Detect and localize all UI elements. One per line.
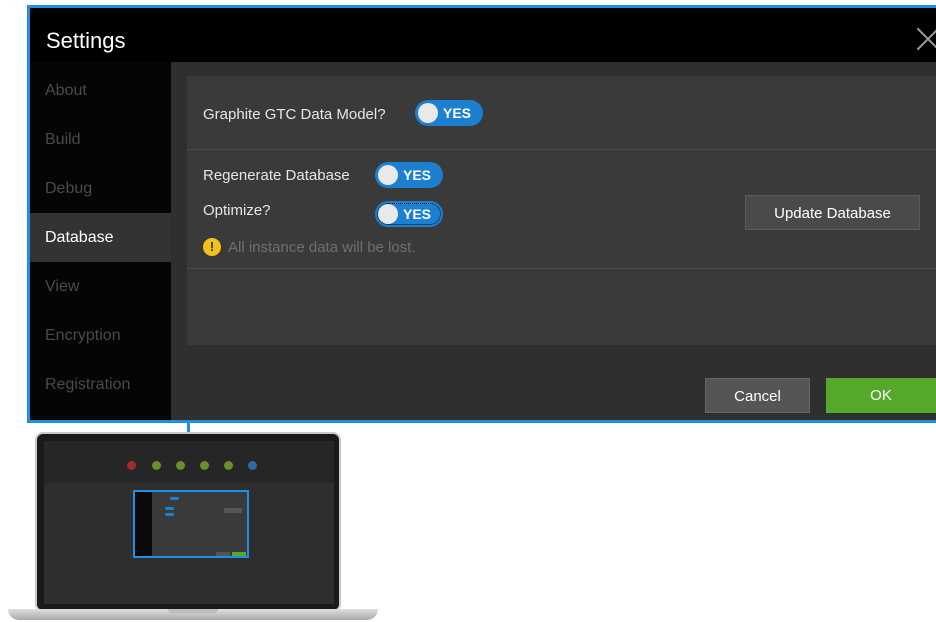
- laptop-mini-toggle: [170, 497, 179, 500]
- regenerate-database-toggle[interactable]: YES: [375, 162, 443, 188]
- update-database-button[interactable]: Update Database: [745, 195, 920, 230]
- sidebar-item-database[interactable]: Database: [30, 213, 171, 262]
- data-model-label: Graphite GTC Data Model?: [203, 106, 386, 123]
- status-dot: [127, 461, 136, 470]
- laptop-mini-toggle: [165, 513, 174, 516]
- cancel-button[interactable]: Cancel: [705, 378, 810, 413]
- panel-divider: [187, 268, 936, 269]
- laptop-mini-button: [224, 508, 242, 513]
- laptop-mini-sidebar: [135, 492, 152, 556]
- toggle-knob: [378, 165, 398, 185]
- regenerate-database-label: Regenerate Database: [203, 167, 350, 184]
- laptop-mini-toggle: [165, 507, 174, 510]
- warning-text: All instance data will be lost.: [228, 239, 416, 256]
- laptop-notch: [168, 609, 218, 613]
- data-model-toggle[interactable]: YES: [415, 100, 483, 126]
- sidebar-item-view[interactable]: View: [30, 262, 171, 311]
- warning-icon: !: [203, 238, 221, 256]
- sidebar-item-debug[interactable]: Debug: [30, 164, 171, 213]
- toggle-knob: [378, 204, 398, 224]
- toggle-text: YES: [403, 167, 432, 183]
- panel-divider: [187, 149, 936, 150]
- laptop-mini-button: [216, 552, 230, 556]
- dialog-titlebar: Settings: [30, 8, 936, 62]
- sidebar-item-about[interactable]: About: [30, 66, 171, 115]
- laptop-mini-button: [232, 552, 246, 556]
- toggle-knob: [418, 103, 438, 123]
- status-dot: [176, 461, 185, 470]
- optimize-toggle[interactable]: YES: [375, 201, 443, 227]
- settings-dialog-zoom: Settings About Build Debug Database View…: [27, 5, 936, 423]
- sidebar-item-encryption[interactable]: Encryption: [30, 311, 171, 360]
- optimize-label: Optimize?: [203, 202, 271, 219]
- ok-button[interactable]: OK: [826, 378, 936, 413]
- toggle-text: YES: [443, 105, 472, 121]
- sidebar-item-build[interactable]: Build: [30, 115, 171, 164]
- toggle-text: YES: [403, 206, 432, 222]
- status-dot: [152, 461, 161, 470]
- sidebar-item-registration[interactable]: Registration: [30, 360, 171, 409]
- close-icon[interactable]: [913, 24, 936, 54]
- settings-sidebar: About Build Debug Database View Encrypti…: [30, 62, 171, 420]
- laptop-screen-header: [44, 441, 334, 483]
- dialog-title: Settings: [46, 28, 126, 53]
- status-dot: [200, 461, 209, 470]
- status-dot: [224, 461, 233, 470]
- status-dot: [248, 461, 257, 470]
